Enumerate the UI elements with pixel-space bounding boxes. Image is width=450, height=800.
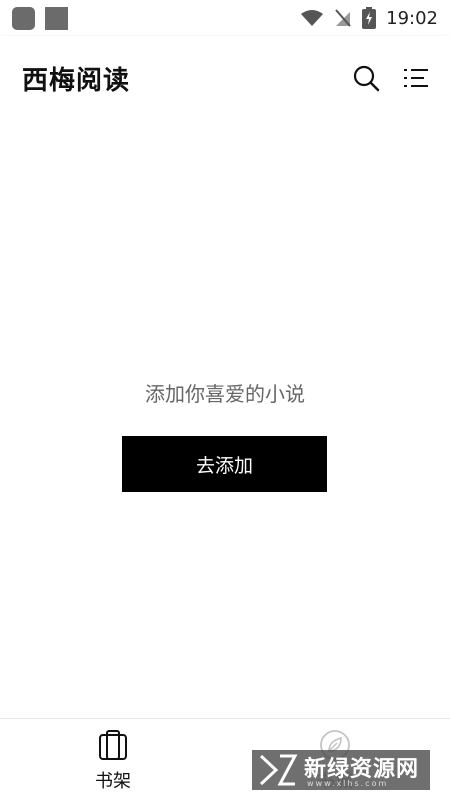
status-notifications — [12, 6, 68, 30]
watermark-url: www.xlhs.com — [307, 779, 389, 788]
status-time: 19:02 — [386, 7, 438, 29]
status-system: 19:02 — [300, 7, 438, 29]
add-book-button[interactable]: 去添加 — [122, 436, 327, 492]
app-screen: 19:02 西梅阅读 添加你喜爱的小说 去添加 书架 新绿资源网 www.xlh… — [0, 0, 450, 800]
menu-button[interactable] — [396, 58, 436, 98]
bookshelf-icon — [99, 730, 127, 760]
nav-item-bookshelf[interactable]: 书架 — [63, 729, 163, 793]
signal-off-icon — [335, 9, 351, 27]
app-bar: 西梅阅读 — [0, 36, 450, 120]
app-notification-icon — [45, 6, 68, 30]
app-notification-icon — [12, 6, 35, 30]
watermark: 新绿资源网 www.xlhs.com — [252, 750, 430, 790]
menu-icon — [404, 69, 428, 87]
nav-label-bookshelf: 书架 — [95, 771, 131, 792]
search-button[interactable] — [346, 58, 386, 98]
search-icon — [353, 65, 380, 92]
status-bar: 19:02 — [0, 0, 450, 36]
watermark-text: 新绿资源网 — [304, 757, 420, 782]
app-title: 西梅阅读 — [22, 66, 131, 96]
bookshelf-content: 添加你喜爱的小说 去添加 — [0, 120, 450, 718]
battery-charging-icon — [362, 7, 377, 29]
wifi-icon — [301, 10, 324, 26]
xl-logo-icon — [259, 754, 298, 786]
empty-state-message: 添加你喜爱的小说 — [145, 382, 305, 406]
